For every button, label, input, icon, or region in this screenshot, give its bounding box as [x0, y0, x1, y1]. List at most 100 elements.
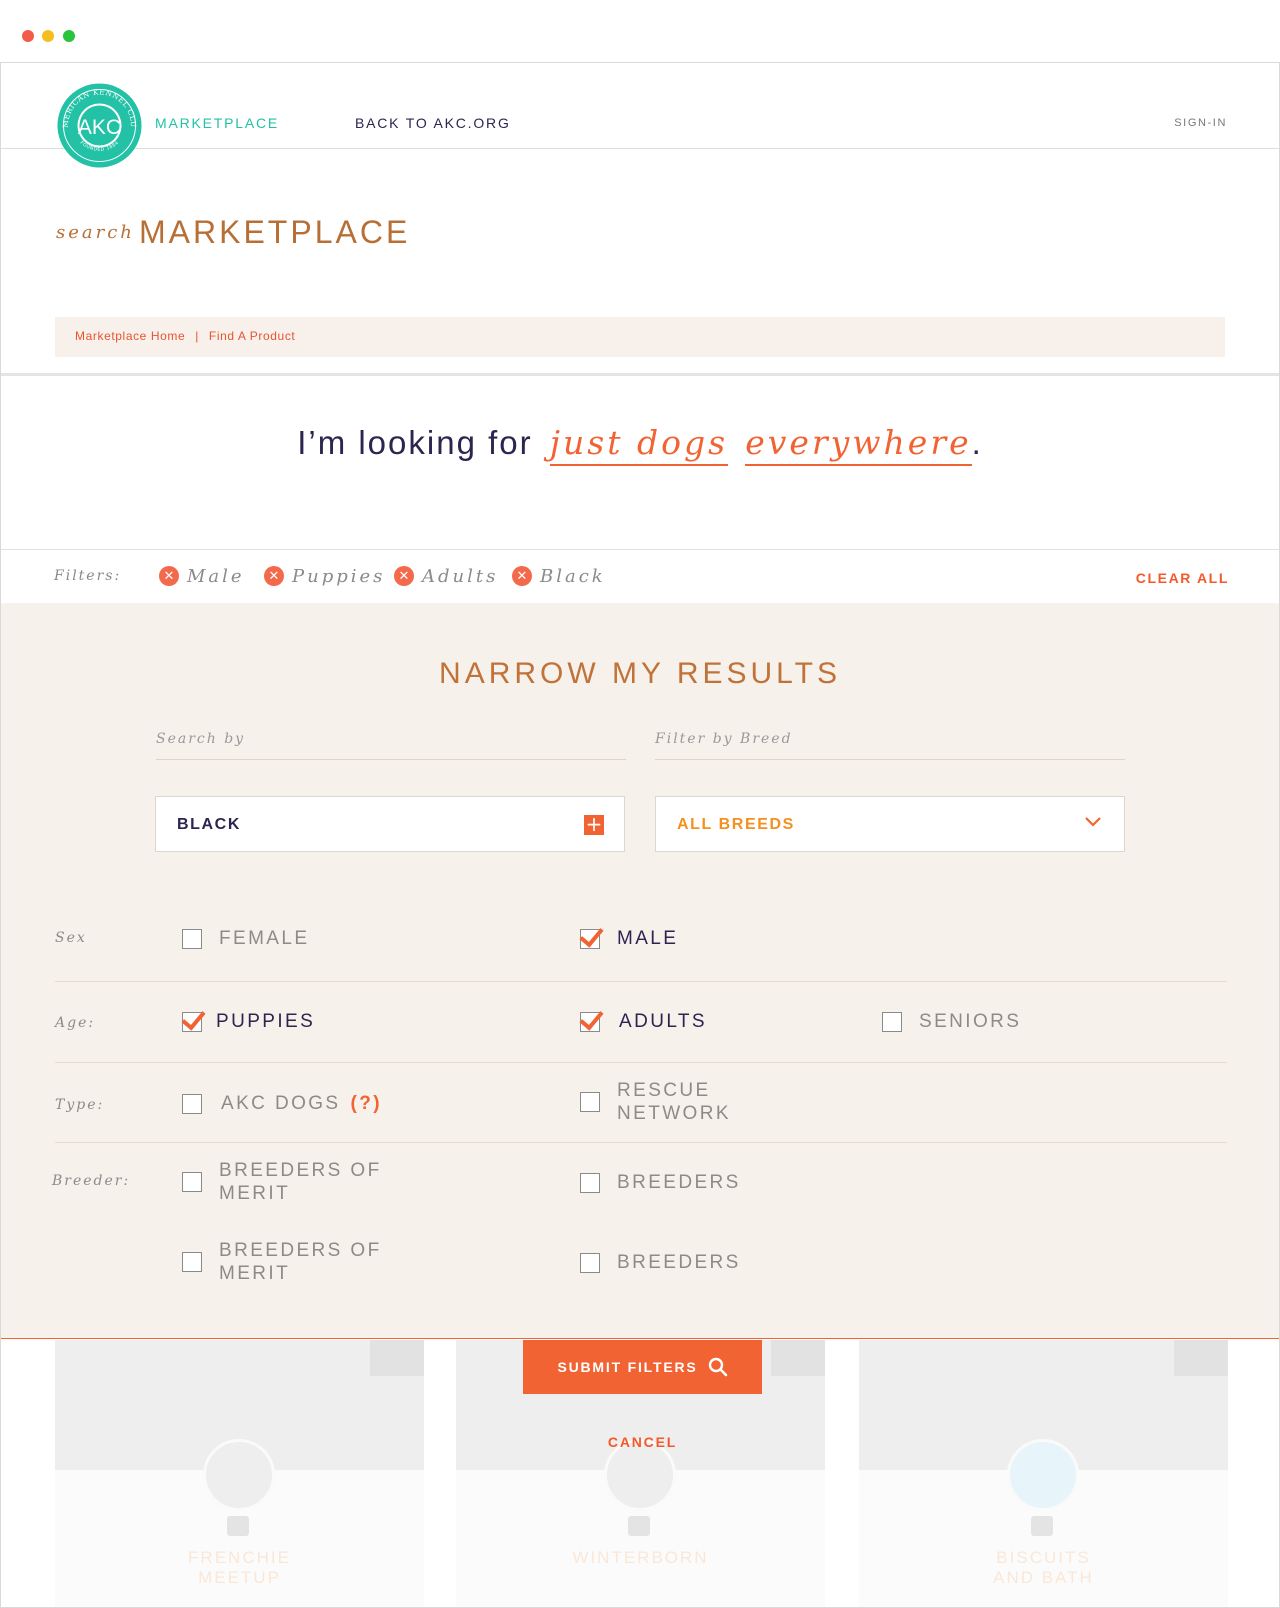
age-row: Age: PUPPIES ADULTS SENIORS: [55, 981, 1227, 1062]
logo-akc-text: AKC: [78, 116, 121, 139]
breeder-breeders-checkbox[interactable]: BREEDERS: [580, 1171, 741, 1194]
row-label: Type:: [55, 1097, 105, 1113]
checkbox-box[interactable]: [882, 1011, 902, 1032]
option-label: RESCUE NETWORK: [617, 1080, 731, 1124]
filter-chip-puppies[interactable]: ✕ Puppies: [264, 564, 385, 588]
breadcrumb-marketplace-home[interactable]: Marketplace Home: [75, 329, 185, 343]
option-label: MALE: [617, 928, 679, 949]
option-label: BREEDERS OF MERIT: [219, 1240, 382, 1284]
avatar: [203, 1439, 275, 1511]
option-label: BREEDERS OF MERIT: [219, 1160, 382, 1204]
row-label: Breeder:: [52, 1173, 131, 1189]
filter-chip-label: Adults: [422, 565, 499, 587]
option-label: BREEDERS: [617, 1252, 741, 1273]
minimize-window-dot[interactable]: [42, 30, 54, 42]
filter-chip-adults[interactable]: ✕ Adults: [394, 564, 498, 588]
type-akc-dogs-checkbox[interactable]: AKC DOGS (?): [182, 1092, 382, 1115]
product-card-title: FRENCHIE MEETUP: [188, 1548, 291, 1587]
type-rescue-network-checkbox[interactable]: RESCUE NETWORK: [580, 1079, 731, 1125]
option-label: PUPPIES: [216, 1011, 316, 1032]
search-by-value: BLACK: [177, 816, 241, 833]
calendar-icon: [227, 1516, 249, 1536]
search-by-input[interactable]: BLACK +: [155, 796, 625, 852]
checkbox-box[interactable]: [182, 1093, 202, 1114]
filter-chip-label: Male: [187, 565, 245, 587]
search-icon: [708, 1357, 727, 1377]
cancel-button[interactable]: CANCEL: [523, 1434, 762, 1450]
age-adults-checkbox[interactable]: ADULTS: [580, 1010, 707, 1033]
option-label: SENIORS: [919, 1011, 1022, 1032]
filters-label: Filters:: [54, 568, 122, 584]
nav-back-to-akc-link[interactable]: BACK TO AKC.ORG: [355, 115, 511, 131]
site-header: AMERICAN KENNEL CLUB FOUNDED 1884 AKC MA…: [1, 63, 1279, 168]
breadcrumb: Marketplace Home | Find A Product: [55, 317, 1225, 357]
store-icon: [628, 1516, 650, 1536]
active-filters-bar: Filters: ✕ Male ✕ Puppies ✕ Adults ✕ Bla…: [1, 549, 1279, 603]
search-sentence: I’m looking for just dogs everywhere.: [1, 423, 1279, 466]
close-icon[interactable]: ✕: [264, 566, 284, 586]
checkbox-box[interactable]: [182, 1252, 202, 1272]
checkbox-box[interactable]: [182, 928, 202, 949]
avatar: [1007, 1439, 1079, 1511]
product-card-title: WINTERBORN: [572, 1548, 709, 1567]
clear-all-button[interactable]: CLEAR ALL: [1136, 570, 1229, 586]
chevron-down-icon: [1085, 817, 1101, 827]
checkbox-box[interactable]: [580, 1172, 600, 1193]
close-icon[interactable]: ✕: [394, 566, 414, 586]
breadcrumb-separator: |: [195, 329, 199, 343]
breeder-merit-checkbox[interactable]: BREEDERS OF MERIT: [182, 1159, 382, 1205]
age-seniors-checkbox[interactable]: SENIORS: [882, 1010, 1021, 1033]
checkbox-box[interactable]: [182, 1172, 202, 1192]
maximize-window-dot[interactable]: [63, 30, 75, 42]
search-by-label: Search by: [156, 731, 626, 760]
share-icon: [771, 1340, 825, 1376]
breadcrumb-find-a-product[interactable]: Find A Product: [209, 329, 295, 343]
filter-chip-label: Puppies: [292, 565, 386, 587]
nav-marketplace-link[interactable]: MARKETPLACE: [155, 115, 279, 131]
submit-filters-button[interactable]: SUBMIT FILTERS: [523, 1340, 762, 1394]
sex-row: Sex FEMALE MALE: [55, 900, 1227, 981]
search-sentence-lead: I’m looking for: [297, 424, 533, 461]
option-label: AKC DOGS: [221, 1093, 341, 1114]
page-title: MARKETPLACE: [139, 214, 411, 250]
close-icon[interactable]: ✕: [512, 566, 532, 586]
nav-signin-link[interactable]: SIGN-IN: [1174, 117, 1227, 129]
breed-select-value: ALL BREEDS: [677, 816, 795, 833]
window-chrome: [0, 0, 1280, 62]
sex-male-checkbox[interactable]: MALE: [580, 927, 678, 950]
akc-dogs-help-link[interactable]: (?): [351, 1092, 382, 1115]
store-icon: [1031, 1516, 1053, 1536]
checkbox-box[interactable]: [580, 1252, 600, 1273]
product-card: BISCUITS AND BATH: [859, 1340, 1228, 1607]
breed-select[interactable]: ALL BREEDS: [655, 796, 1125, 852]
browser-viewport: AMERICAN KENNEL CLUB FOUNDED 1884 AKC MA…: [0, 62, 1280, 1608]
checkbox-box-checked[interactable]: [182, 1011, 202, 1032]
age-puppies-checkbox[interactable]: PUPPIES: [182, 1010, 315, 1033]
filter-chip-black[interactable]: ✕ Black: [512, 564, 606, 588]
filter-chip-label: Black: [540, 565, 606, 587]
breeder-merit-checkbox-2[interactable]: BREEDERS OF MERIT: [182, 1239, 382, 1285]
product-card: FRENCHIE MEETUP: [55, 1340, 424, 1607]
narrow-results-title: NARROW MY RESULTS: [439, 657, 841, 690]
sex-female-checkbox[interactable]: FEMALE: [182, 927, 309, 950]
close-window-dot[interactable]: [22, 30, 34, 42]
option-label: FEMALE: [219, 928, 310, 949]
product-card-title: BISCUITS AND BATH: [993, 1548, 1094, 1587]
close-icon[interactable]: ✕: [159, 566, 179, 586]
option-label: BREEDERS: [617, 1172, 741, 1193]
row-label: Age:: [55, 1015, 96, 1031]
filter-chip-male[interactable]: ✕ Male: [159, 564, 245, 588]
filter-by-breed-label: Filter by Breed: [655, 731, 1125, 760]
row-label: Sex: [55, 930, 87, 946]
type-row: Type: AKC DOGS (?) RESCUE NETWORK: [55, 1062, 1227, 1142]
checkbox-box[interactable]: [580, 1092, 600, 1112]
plus-icon[interactable]: +: [584, 814, 604, 835]
page-title-prefix: search: [56, 222, 135, 243]
breeder-breeders-checkbox-2[interactable]: BREEDERS: [580, 1251, 741, 1274]
search-sentence-end: .: [971, 424, 983, 461]
location-picker[interactable]: everywhere: [745, 423, 972, 466]
checkbox-box-checked[interactable]: [580, 1011, 600, 1032]
checkbox-box-checked[interactable]: [580, 928, 600, 949]
product-type-picker[interactable]: just dogs: [549, 423, 729, 466]
breeder-row: Breeder: BREEDERS OF MERIT BREEDERS BREE…: [52, 1142, 1227, 1302]
